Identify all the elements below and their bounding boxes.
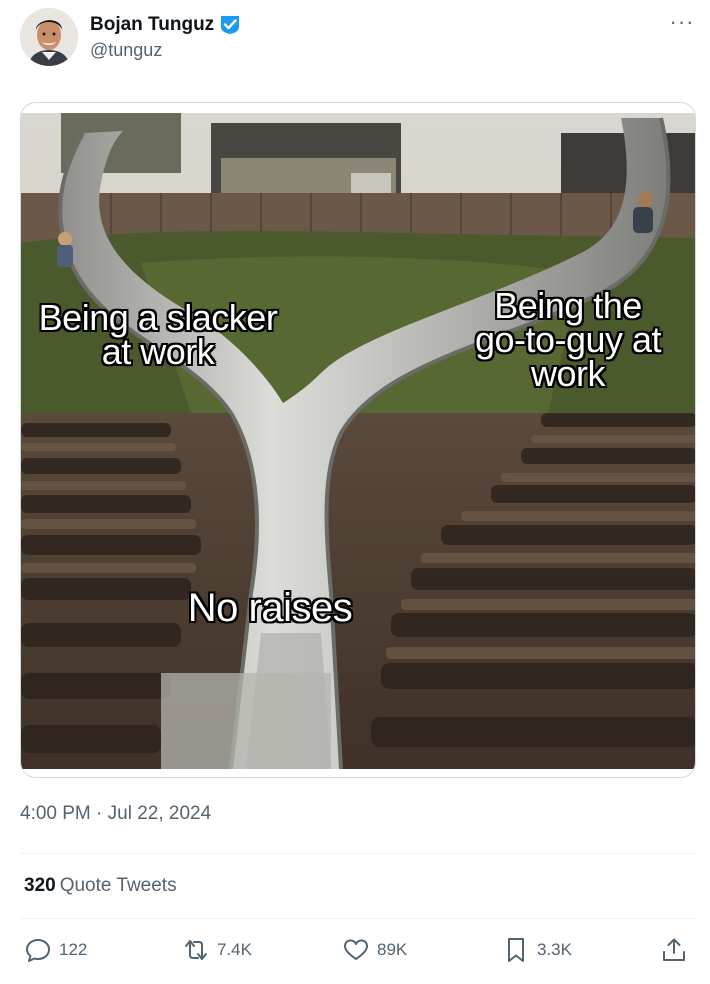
share-icon <box>663 938 685 961</box>
author-name[interactable]: Bojan Tunguz <box>90 14 214 36</box>
divider <box>20 853 696 854</box>
more-options-icon[interactable]: ··· <box>668 9 696 34</box>
tweet-timestamp[interactable]: 4:00 PM · Jul 22, 2024 <box>20 803 211 825</box>
quote-count: 320 <box>24 875 56 896</box>
heart-icon <box>344 939 368 960</box>
author-handle[interactable]: @tunguz <box>90 40 162 61</box>
tweet-media-image[interactable]: Being a slacker at work Being the go-to-… <box>20 102 696 778</box>
reply-button[interactable]: 122 <box>24 936 87 964</box>
bookmark-icon <box>508 938 524 962</box>
bookmark-count: 3.3K <box>537 940 572 959</box>
retweet-icon <box>185 940 207 960</box>
divider <box>20 918 696 919</box>
slide-photo <box>21 113 695 769</box>
quote-tweets-link[interactable]: 320 Quote Tweets <box>24 875 177 897</box>
like-count: 89K <box>377 940 408 959</box>
action-bar: 122 7.4K 89K 3.3K <box>20 936 696 972</box>
like-button[interactable]: 89K <box>342 936 407 964</box>
avatar[interactable] <box>20 8 78 66</box>
reply-icon <box>26 939 50 962</box>
quote-label: Quote Tweets <box>59 875 177 896</box>
tweet-header: Bojan Tunguz @tunguz ··· <box>20 8 700 70</box>
meme-caption-bottom: No raises <box>187 586 353 630</box>
meme-caption-right: Being the go-to-guy at work <box>474 285 662 394</box>
author-name-row: Bojan Tunguz <box>90 14 241 36</box>
share-button[interactable] <box>660 936 688 964</box>
avatar-image <box>20 8 78 66</box>
retweet-count: 7.4K <box>217 940 252 959</box>
bookmark-button[interactable]: 3.3K <box>502 936 572 964</box>
reply-count: 122 <box>59 940 88 959</box>
retweet-button[interactable]: 7.4K <box>182 936 252 964</box>
meme-caption-left: Being a slacker at work <box>38 297 278 372</box>
verified-badge-icon <box>219 14 241 36</box>
